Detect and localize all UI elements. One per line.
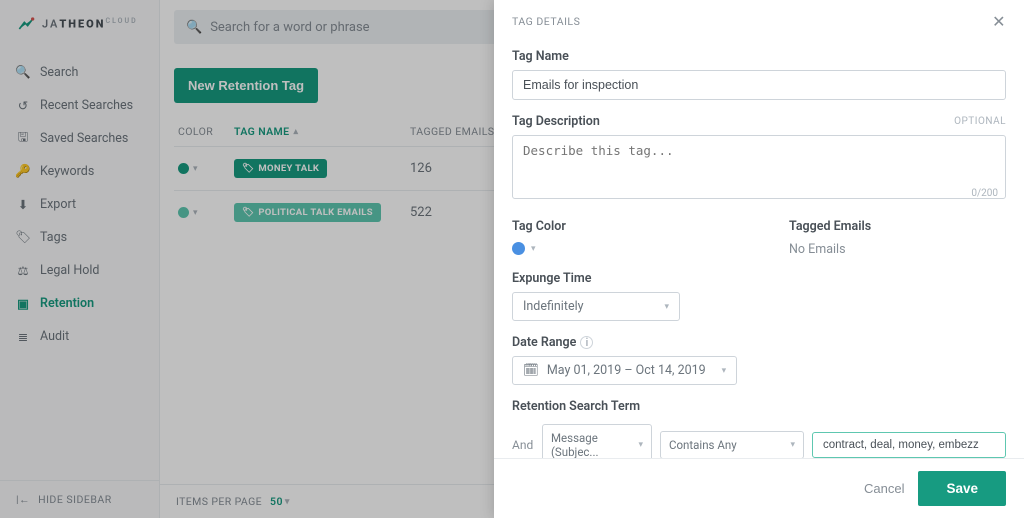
color-dot [512, 242, 525, 255]
tag-details-panel: TAG DETAILS ✕ Tag Name Tag DescriptionOP… [494, 0, 1024, 518]
calendar-icon: 🗓 [523, 363, 539, 378]
chevron-down-icon: ▾ [638, 440, 643, 450]
operator-select[interactable]: Contains Any▾ [660, 431, 804, 458]
daterange-label: Date Rangei [512, 335, 1006, 350]
tagname-input[interactable] [512, 70, 1006, 100]
color-label: Tag Color [512, 219, 729, 234]
close-icon[interactable]: ✕ [992, 12, 1006, 31]
chevron-down-icon: ▾ [531, 244, 536, 254]
info-icon[interactable]: i [580, 336, 593, 349]
color-picker[interactable]: ▾ [512, 242, 729, 255]
panel-title: TAG DETAILS [512, 15, 580, 28]
expunge-select[interactable]: Indefinitely▾ [512, 292, 680, 321]
char-count: 0/200 [971, 188, 998, 199]
tagged-emails-value: No Emails [789, 242, 1006, 257]
cancel-button[interactable]: Cancel [864, 481, 904, 496]
retention-term-row: And Message (Subjec...▾ Contains Any▾ [512, 424, 1006, 458]
tagged-label: Tagged Emails [789, 219, 1006, 234]
tagname-label: Tag Name [512, 49, 1006, 64]
daterange-picker[interactable]: 🗓May 01, 2019 – Oct 14, 2019▾ [512, 356, 737, 385]
panel-header: TAG DETAILS ✕ [494, 0, 1024, 43]
chevron-down-icon: ▾ [722, 366, 727, 376]
optional-label: OPTIONAL [954, 116, 1006, 127]
field-select[interactable]: Message (Subjec...▾ [542, 424, 652, 458]
desc-label: Tag DescriptionOPTIONAL [512, 114, 1006, 129]
chevron-down-icon: ▾ [790, 440, 795, 450]
save-button[interactable]: Save [918, 471, 1006, 506]
panel-footer: Cancel Save [494, 458, 1024, 518]
panel-body: Tag Name Tag DescriptionOPTIONAL 0/200 T… [494, 43, 1024, 458]
expunge-label: Expunge Time [512, 271, 1006, 286]
term-value-input[interactable] [812, 432, 1006, 458]
chevron-down-icon: ▾ [664, 302, 669, 312]
desc-textarea[interactable] [512, 135, 1006, 199]
and-label: And [512, 438, 534, 452]
retention-term-label: Retention Search Term [512, 399, 1006, 414]
